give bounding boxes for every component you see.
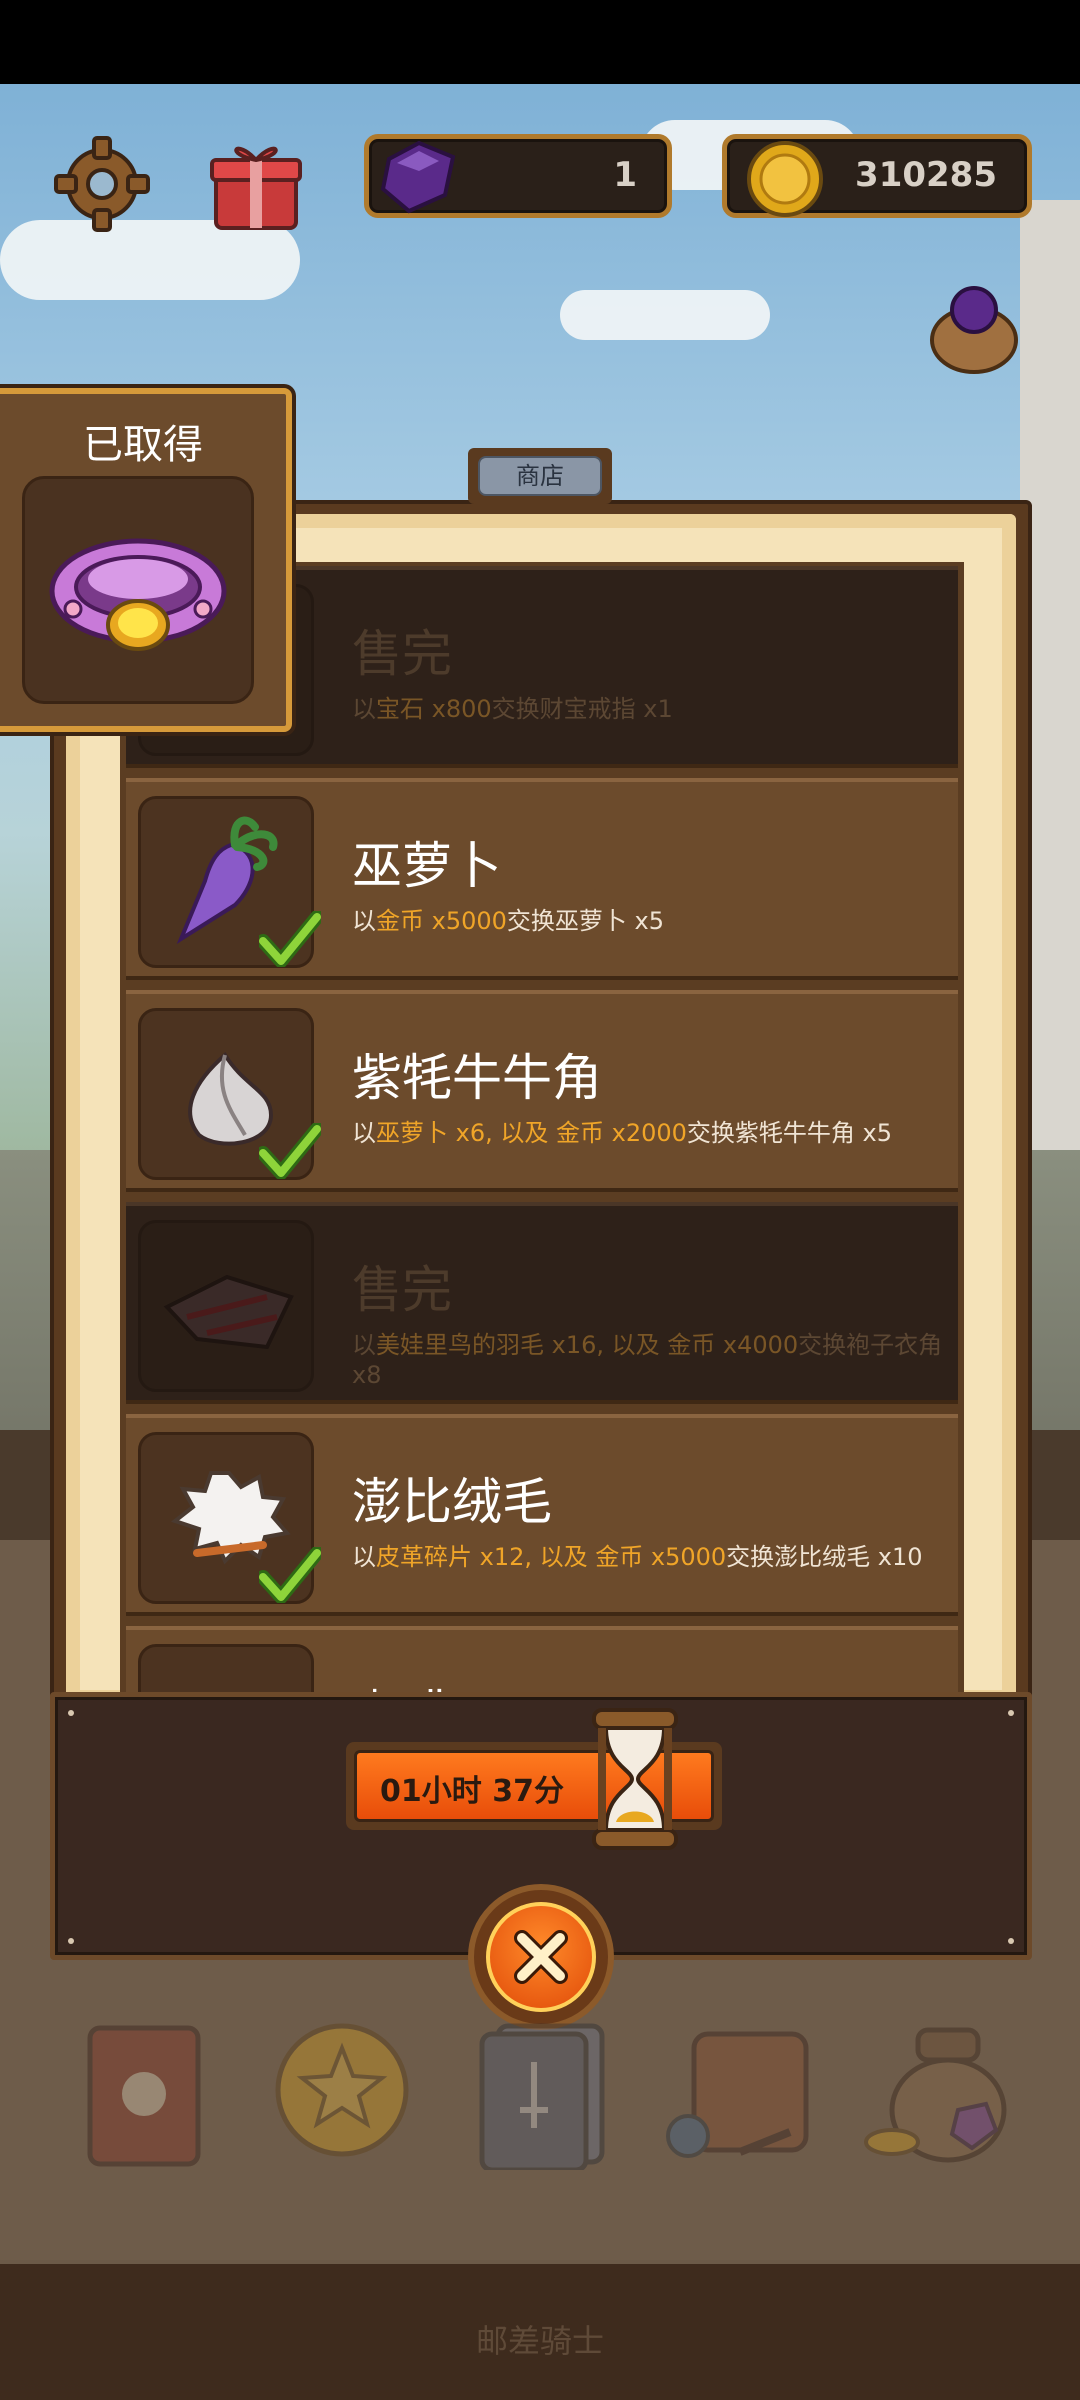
nav-backpack-button[interactable]: [660, 2012, 822, 2170]
settings-button[interactable]: [50, 132, 154, 236]
shop-row-coffee[interactable]: 咖啡: [126, 1626, 958, 1692]
rivet: [1008, 1710, 1014, 1716]
obtained-item-tile: [22, 476, 254, 704]
obtained-title: 已取得: [83, 422, 203, 468]
nav-book-button[interactable]: [80, 2012, 210, 2172]
loot-sack-button[interactable]: [924, 280, 1024, 376]
cloth-scrap-icon: [163, 1274, 294, 1350]
row-desc: 以宝石 x800交换财宝戒指 x1: [352, 695, 673, 723]
shop-row-radish[interactable]: 巫萝卜 以金币 x5000交换巫萝卜 x5: [126, 778, 958, 980]
row-desc: 以美娃里鸟的羽毛 x16, 以及 金币 x4000交换袍子衣角 x8: [352, 1331, 943, 1389]
coffee-icon: [138, 1644, 314, 1692]
shop-row-horn[interactable]: 紫牦牛牛角 以巫萝卜 x6, 以及 金币 x2000交换紫牦牛牛角 x5: [126, 990, 958, 1192]
check-icon: [259, 1123, 321, 1179]
rivet: [1008, 1938, 1014, 1944]
row-title: 紫牦牛牛角: [352, 1049, 602, 1107]
item-tile: [138, 1432, 321, 1604]
row-title: 巫萝卜: [352, 837, 502, 895]
gift-icon: [210, 146, 302, 230]
coin-count: 310285: [855, 155, 997, 195]
coin-counter: 310285: [722, 134, 1032, 218]
book-icon: [87, 2025, 201, 2167]
gift-button[interactable]: [206, 132, 306, 236]
row-title: 咖啡: [352, 1674, 452, 1692]
nav-loot-button[interactable]: [862, 2014, 1012, 2170]
loot-sack-icon: [930, 286, 1018, 374]
status-bar: [0, 0, 1080, 84]
close-button[interactable]: [486, 1902, 596, 2012]
footer-label: 邮差骑士: [475, 2322, 604, 2360]
obtained-popup: 已取得: [0, 388, 292, 732]
hourglass-icon: [590, 1704, 680, 1854]
gear-icon: [54, 136, 150, 232]
cloud: [560, 290, 770, 340]
row-title: 售完: [352, 625, 452, 683]
shop-row-fluff[interactable]: 澎比绒毛 以皮革碎片 x12, 以及 金币 x5000交换澎比绒毛 x10: [126, 1414, 958, 1616]
star-coin-icon: [275, 2023, 409, 2157]
timer-text: 01小时 37分: [380, 1774, 564, 1809]
row-title: 澎比绒毛: [352, 1473, 552, 1531]
item-tile: [138, 796, 321, 968]
backpack-icon: [666, 2031, 809, 2158]
nav-coin-button[interactable]: [272, 2020, 412, 2160]
row-desc: 以巫萝卜 x6, 以及 金币 x2000交换紫牦牛牛角 x5: [352, 1119, 893, 1147]
treasure-ring-icon: [49, 538, 227, 651]
gem-counter: 1: [364, 134, 672, 218]
item-tile: [138, 1008, 321, 1180]
rivet: [68, 1938, 74, 1944]
card-deck-icon: [479, 2023, 605, 2173]
row-desc: 以金币 x5000交换巫萝卜 x5: [352, 907, 665, 935]
row-title: 售完: [352, 1261, 452, 1319]
check-icon: [259, 1547, 321, 1603]
shop-tab[interactable]: 商店: [478, 456, 602, 496]
coin-icon: [747, 141, 823, 217]
gem-count: 1: [613, 155, 637, 195]
check-icon: [259, 911, 321, 967]
rivet: [68, 1710, 74, 1716]
gem-icon: [380, 140, 456, 214]
shop-row-cloth[interactable]: 售完 以美娃里鸟的羽毛 x16, 以及 金币 x4000交换袍子衣角 x8: [126, 1202, 958, 1404]
loot-bag-icon: [864, 2027, 1007, 2163]
nav-cards-button[interactable]: [474, 2018, 610, 2173]
row-desc: 以皮革碎片 x12, 以及 金币 x5000交换澎比绒毛 x10: [352, 1543, 923, 1571]
close-icon: [514, 1930, 568, 1984]
item-tile: [138, 1220, 314, 1392]
